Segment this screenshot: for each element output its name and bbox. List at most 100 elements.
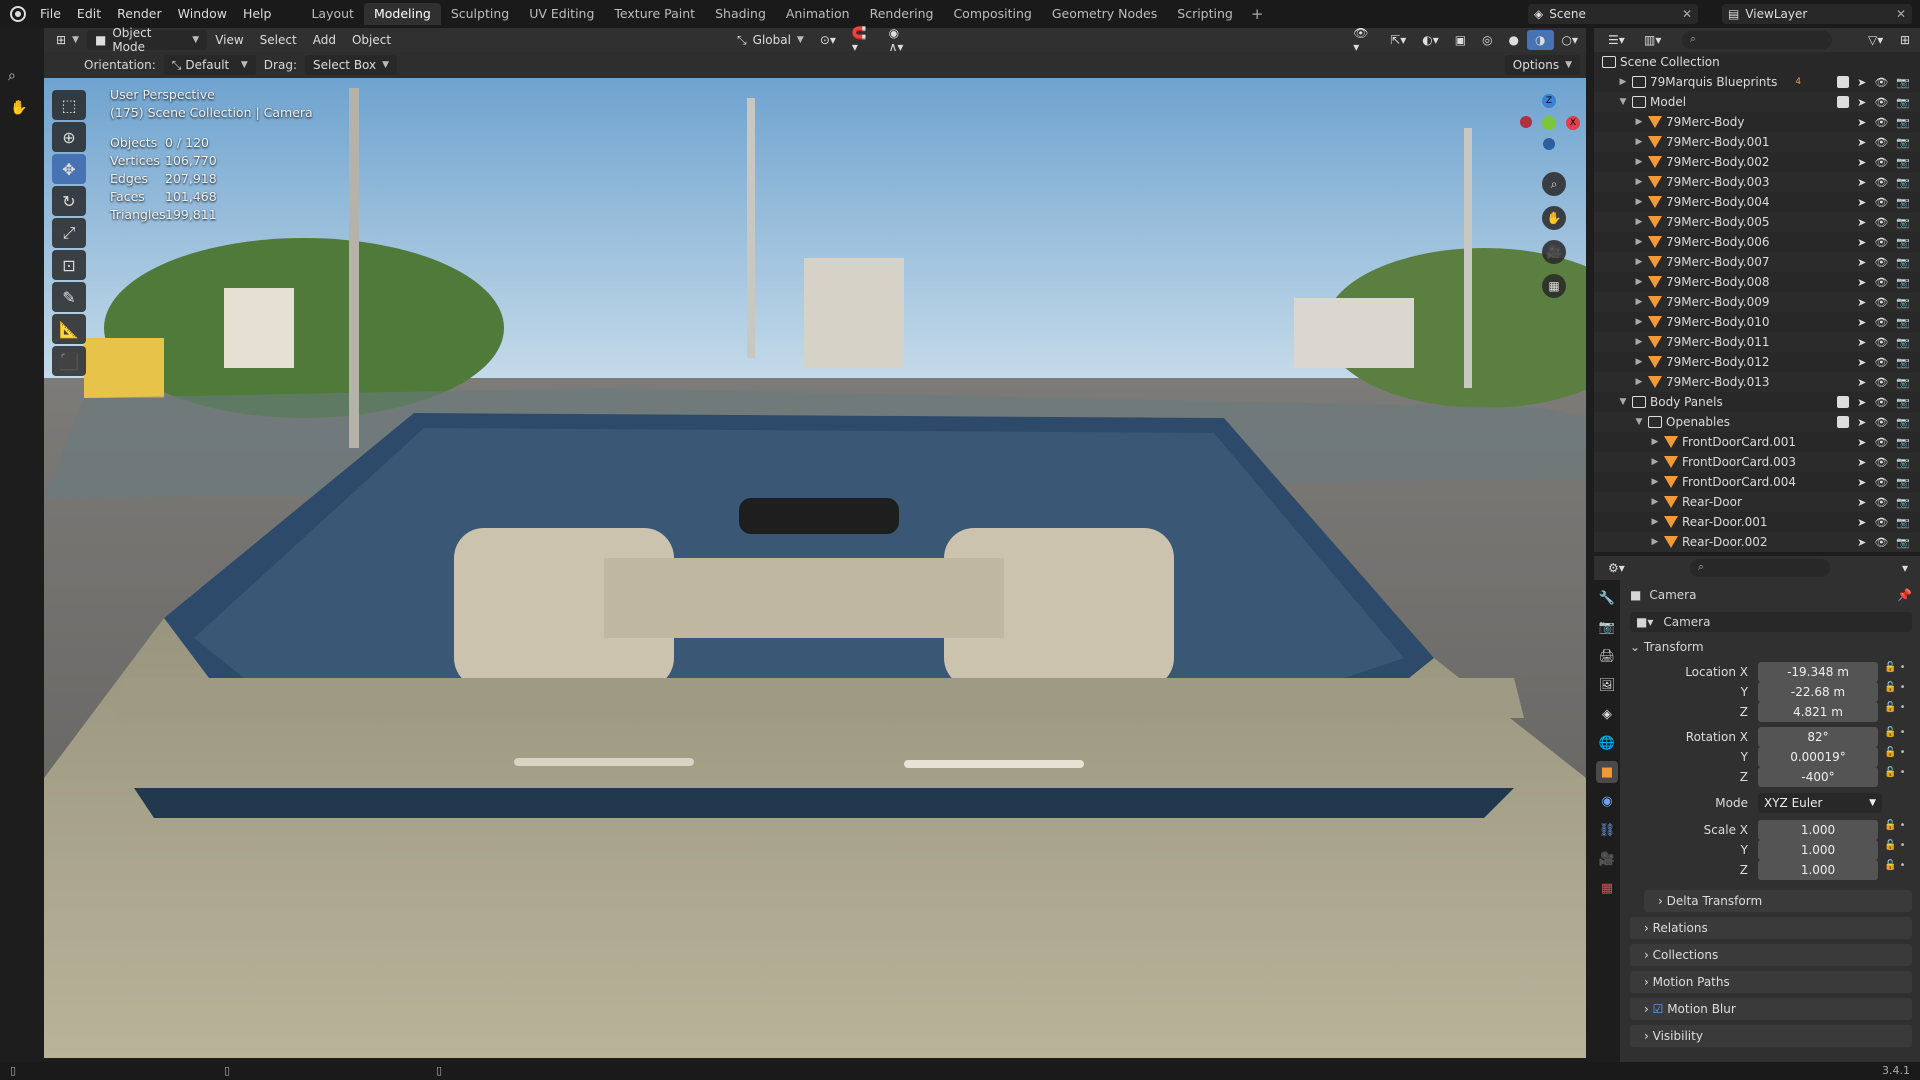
checkbox-icon[interactable] <box>1837 296 1849 309</box>
transform-icon[interactable]: ⊡ <box>52 250 86 280</box>
lock-icon[interactable]: 🔓 • <box>1884 702 1906 713</box>
shading-material-icon[interactable]: ◑ <box>1527 30 1554 50</box>
expand-toggle-icon[interactable]: ▶ <box>1648 497 1662 507</box>
checkbox-icon[interactable] <box>1837 356 1849 369</box>
expand-toggle-icon[interactable]: ▶ <box>1648 437 1662 447</box>
cursor-icon[interactable]: ⊕ <box>52 122 86 152</box>
outliner-row[interactable]: ▼ Openables ➤ 👁 📷 <box>1594 412 1920 432</box>
expand-toggle-icon[interactable]: ▶ <box>1632 337 1646 347</box>
menu-window[interactable]: Window <box>170 0 235 28</box>
object-name-field[interactable]: ■▾ Camera <box>1630 612 1912 632</box>
camera-render-icon[interactable]: 📷 <box>1896 356 1910 369</box>
measure-icon[interactable]: 📐 <box>52 314 86 344</box>
menu-help[interactable]: Help <box>235 0 280 28</box>
shading-rendered-icon[interactable]: ○▾ <box>1554 30 1587 50</box>
outliner-row[interactable]: ▶ FrontDoorCard.004 ➤ 👁 📷 <box>1594 472 1920 492</box>
expand-toggle-icon[interactable]: ▼ <box>1616 397 1630 407</box>
outliner-row[interactable]: ▶ 79Merc-Body ➤ 👁 📷 <box>1594 112 1920 132</box>
outliner-row[interactable]: ▶ 79Merc-Body.001 ➤ 👁 📷 <box>1594 132 1920 152</box>
3d-viewport[interactable]: Z X ⌕ ✋ 🎥 ▦ <box>44 78 1586 1058</box>
pin-icon[interactable]: 📌 <box>1897 588 1912 602</box>
expand-toggle-icon[interactable]: ▶ <box>1648 517 1662 527</box>
eye-icon[interactable]: 👁 <box>1874 136 1888 149</box>
camera-render-icon[interactable]: 📷 <box>1896 116 1910 129</box>
select-icon[interactable]: ➤ <box>1857 96 1866 109</box>
display-mode-icon[interactable]: ▥▾ <box>1636 30 1669 50</box>
eye-icon[interactable]: 👁 <box>1874 216 1888 229</box>
select-icon[interactable]: ➤ <box>1857 176 1866 189</box>
rotation-z-field[interactable]: -400° <box>1758 767 1878 787</box>
camera-view-icon[interactable]: 🎥 <box>1542 240 1566 264</box>
camera-data-tab-icon[interactable]: 🎥 <box>1596 848 1618 870</box>
outliner-row[interactable]: ▶ Rear-Door ➤ 👁 📷 <box>1594 492 1920 512</box>
outliner-row[interactable]: ▶ 79Merc-Body.012 ➤ 👁 📷 <box>1594 352 1920 372</box>
proportional-icon[interactable]: ◉ ∧▾ <box>881 26 926 54</box>
outliner-search-input[interactable]: ⌕ <box>1682 31 1832 49</box>
menu-file[interactable]: File <box>32 0 69 28</box>
eye-icon[interactable]: 👁 <box>1874 456 1888 469</box>
camera-render-icon[interactable]: 📷 <box>1896 436 1910 449</box>
eye-icon[interactable]: 👁 <box>1874 296 1888 309</box>
camera-render-icon[interactable]: 📷 <box>1896 536 1910 549</box>
outliner-row[interactable]: ▶ 79Merc-Body.010 ➤ 👁 📷 <box>1594 312 1920 332</box>
camera-render-icon[interactable]: 📷 <box>1896 256 1910 269</box>
camera-render-icon[interactable]: 📷 <box>1896 136 1910 149</box>
tab-rendering[interactable]: Rendering <box>860 3 944 25</box>
select-icon[interactable]: ➤ <box>1857 216 1866 229</box>
properties-search-input[interactable]: ⌕ <box>1690 559 1830 577</box>
rotation-x-field[interactable]: 82° <box>1758 727 1878 747</box>
new-collection-icon[interactable]: ⊞ <box>1892 30 1918 50</box>
checkbox-icon[interactable] <box>1837 395 1850 408</box>
tab-texture-paint[interactable]: Texture Paint <box>604 3 705 25</box>
select-box-icon[interactable]: ⬚ <box>52 90 86 120</box>
eye-icon[interactable]: 👁 <box>1874 336 1888 349</box>
lock-icon[interactable]: 🔓 • <box>1884 682 1906 693</box>
lock-icon[interactable]: 🔓 • <box>1884 860 1906 871</box>
neg-x-axis-icon[interactable] <box>1520 116 1532 128</box>
checkbox-icon[interactable] <box>1837 476 1849 489</box>
checkbox-icon[interactable] <box>1837 216 1849 229</box>
expand-toggle-icon[interactable]: ▶ <box>1632 217 1646 227</box>
select-icon[interactable]: ➤ <box>1857 276 1866 289</box>
select-icon[interactable]: ➤ <box>1857 296 1866 309</box>
expand-toggle-icon[interactable]: ▶ <box>1632 277 1646 287</box>
eye-icon[interactable]: 👁 <box>1874 156 1888 169</box>
location-z-field[interactable]: 4.821 m <box>1758 702 1878 722</box>
outliner-row[interactable]: ▼ Model ➤ 👁 📷 <box>1594 92 1920 112</box>
select-icon[interactable]: ➤ <box>1857 376 1866 389</box>
z-axis-icon[interactable]: Z <box>1542 94 1556 108</box>
expand-toggle-icon[interactable]: ▶ <box>1648 537 1662 547</box>
eye-icon[interactable]: 👁 <box>1874 276 1888 289</box>
tab-scripting[interactable]: Scripting <box>1167 3 1243 25</box>
panel-motion-blur[interactable]: › ☑ Motion Blur <box>1630 998 1912 1020</box>
camera-render-icon[interactable]: 📷 <box>1896 176 1910 189</box>
eye-icon[interactable]: 👁 <box>1874 256 1888 269</box>
select-icon[interactable]: ➤ <box>1857 196 1866 209</box>
add-workspace-button[interactable]: + <box>1243 5 1272 23</box>
panel-delta-transform[interactable]: › Delta Transform <box>1644 890 1912 912</box>
select-icon[interactable]: ➤ <box>1857 536 1866 549</box>
blender-logo-icon[interactable] <box>10 6 26 22</box>
y-axis-icon[interactable] <box>1542 116 1556 130</box>
overlay-icon[interactable]: ◐▾ <box>1414 30 1447 50</box>
eye-icon[interactable]: 👁 <box>1874 416 1888 429</box>
shading-wireframe-icon[interactable]: ◎ <box>1474 30 1500 50</box>
outliner-row[interactable]: ▶ 79Merc-Body.008 ➤ 👁 📷 <box>1594 272 1920 292</box>
checkbox-icon[interactable] <box>1837 156 1849 169</box>
checkbox-icon[interactable] <box>1837 536 1849 549</box>
select-icon[interactable]: ➤ <box>1857 496 1866 509</box>
outliner-row[interactable]: ▼ Body Panels ➤ 👁 📷 <box>1594 392 1920 412</box>
checkbox-icon[interactable] <box>1837 116 1849 129</box>
camera-render-icon[interactable]: 📷 <box>1896 296 1910 309</box>
menu-add[interactable]: Add <box>305 30 344 50</box>
tab-uv-editing[interactable]: UV Editing <box>519 3 604 25</box>
eye-icon[interactable]: 👁 <box>1874 496 1888 509</box>
camera-render-icon[interactable]: 📷 <box>1896 456 1910 469</box>
checkbox-icon[interactable] <box>1837 415 1850 428</box>
scale-y-field[interactable]: 1.000 <box>1758 840 1878 860</box>
transform-panel-header[interactable]: ⌄ Transform <box>1630 640 1704 654</box>
eye-icon[interactable]: 👁 <box>1874 96 1888 109</box>
lock-icon[interactable]: 🔓 • <box>1884 747 1906 758</box>
checkbox-icon[interactable] <box>1837 336 1849 349</box>
select-icon[interactable]: ➤ <box>1857 76 1866 89</box>
